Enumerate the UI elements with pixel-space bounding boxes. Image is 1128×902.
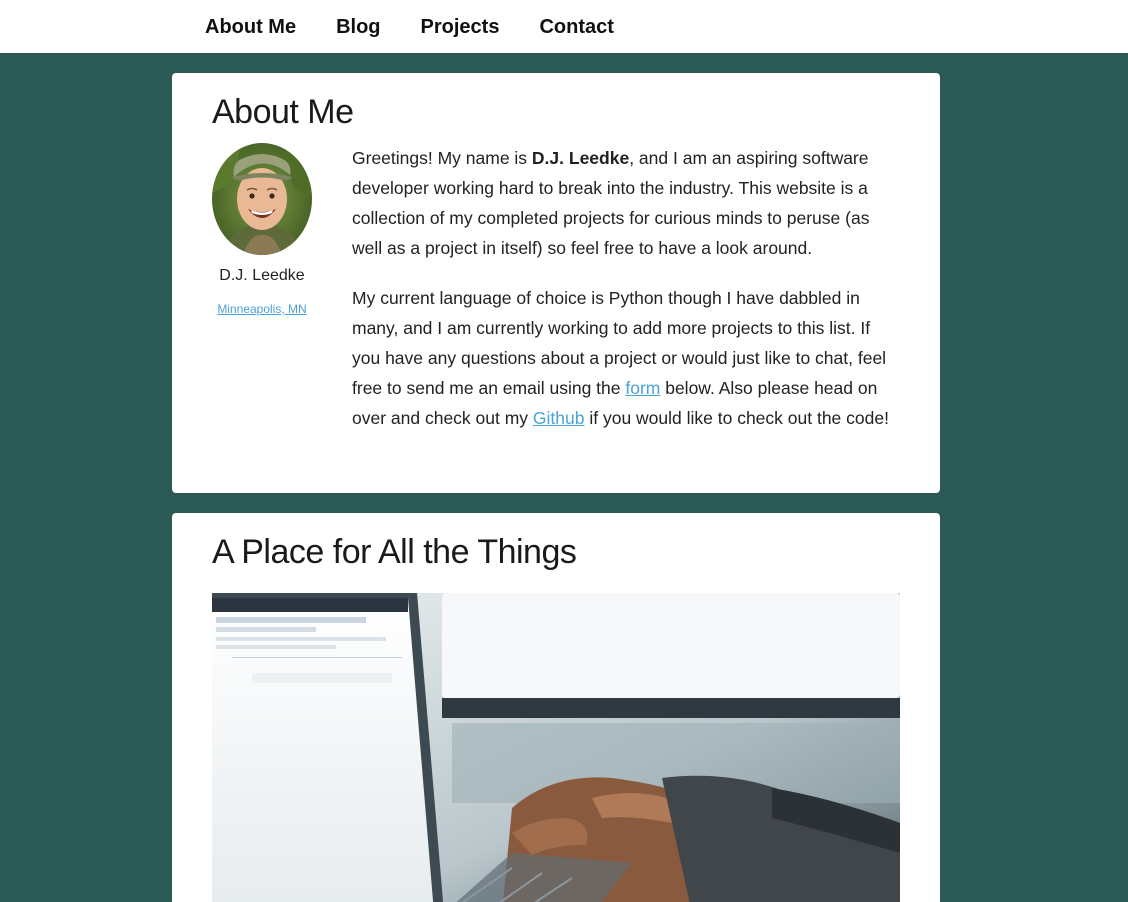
laptop-photo-image xyxy=(212,593,900,902)
bio-p1-name: D.J. Leedke xyxy=(531,148,630,168)
bio-paragraph-1: Greetings! My name is D.J. Leedke, and I… xyxy=(352,143,902,263)
nav-item-blog: Blog xyxy=(316,4,400,50)
bio-paragraph-2: My current language of choice is Python … xyxy=(352,283,902,433)
laptop-photo xyxy=(212,593,900,902)
nav-link-about-me[interactable]: About Me xyxy=(185,4,316,50)
bio-p2-text-3: if you would like to check out the code! xyxy=(584,408,889,428)
about-heading: About Me xyxy=(212,93,354,131)
github-link[interactable]: Github xyxy=(533,408,585,428)
profile-photo-image xyxy=(212,143,312,255)
nav-item-projects: Projects xyxy=(401,4,520,50)
top-navigation: About Me Blog Projects Contact xyxy=(0,0,1128,53)
profile-location-link[interactable]: Minneapolis, MN xyxy=(192,302,332,316)
nav-link-projects[interactable]: Projects xyxy=(401,4,520,50)
things-card: A Place for All the Things xyxy=(172,513,940,902)
nav-list: About Me Blog Projects Contact xyxy=(185,0,634,53)
nav-link-contact[interactable]: Contact xyxy=(519,4,633,50)
bio-p1-text-start: Greetings! My name is xyxy=(352,148,532,168)
nav-item-about: About Me xyxy=(185,4,316,50)
about-card: About Me D.J. Leedke Minneapolis, MN Gre… xyxy=(172,73,940,493)
nav-item-contact: Contact xyxy=(519,4,633,50)
profile-photo xyxy=(212,143,312,255)
nav-link-blog[interactable]: Blog xyxy=(316,4,400,50)
things-heading: A Place for All the Things xyxy=(212,533,577,571)
profile-name: D.J. Leedke xyxy=(219,267,305,284)
form-link[interactable]: form xyxy=(625,378,660,398)
bio-text: Greetings! My name is D.J. Leedke, and I… xyxy=(352,143,902,453)
